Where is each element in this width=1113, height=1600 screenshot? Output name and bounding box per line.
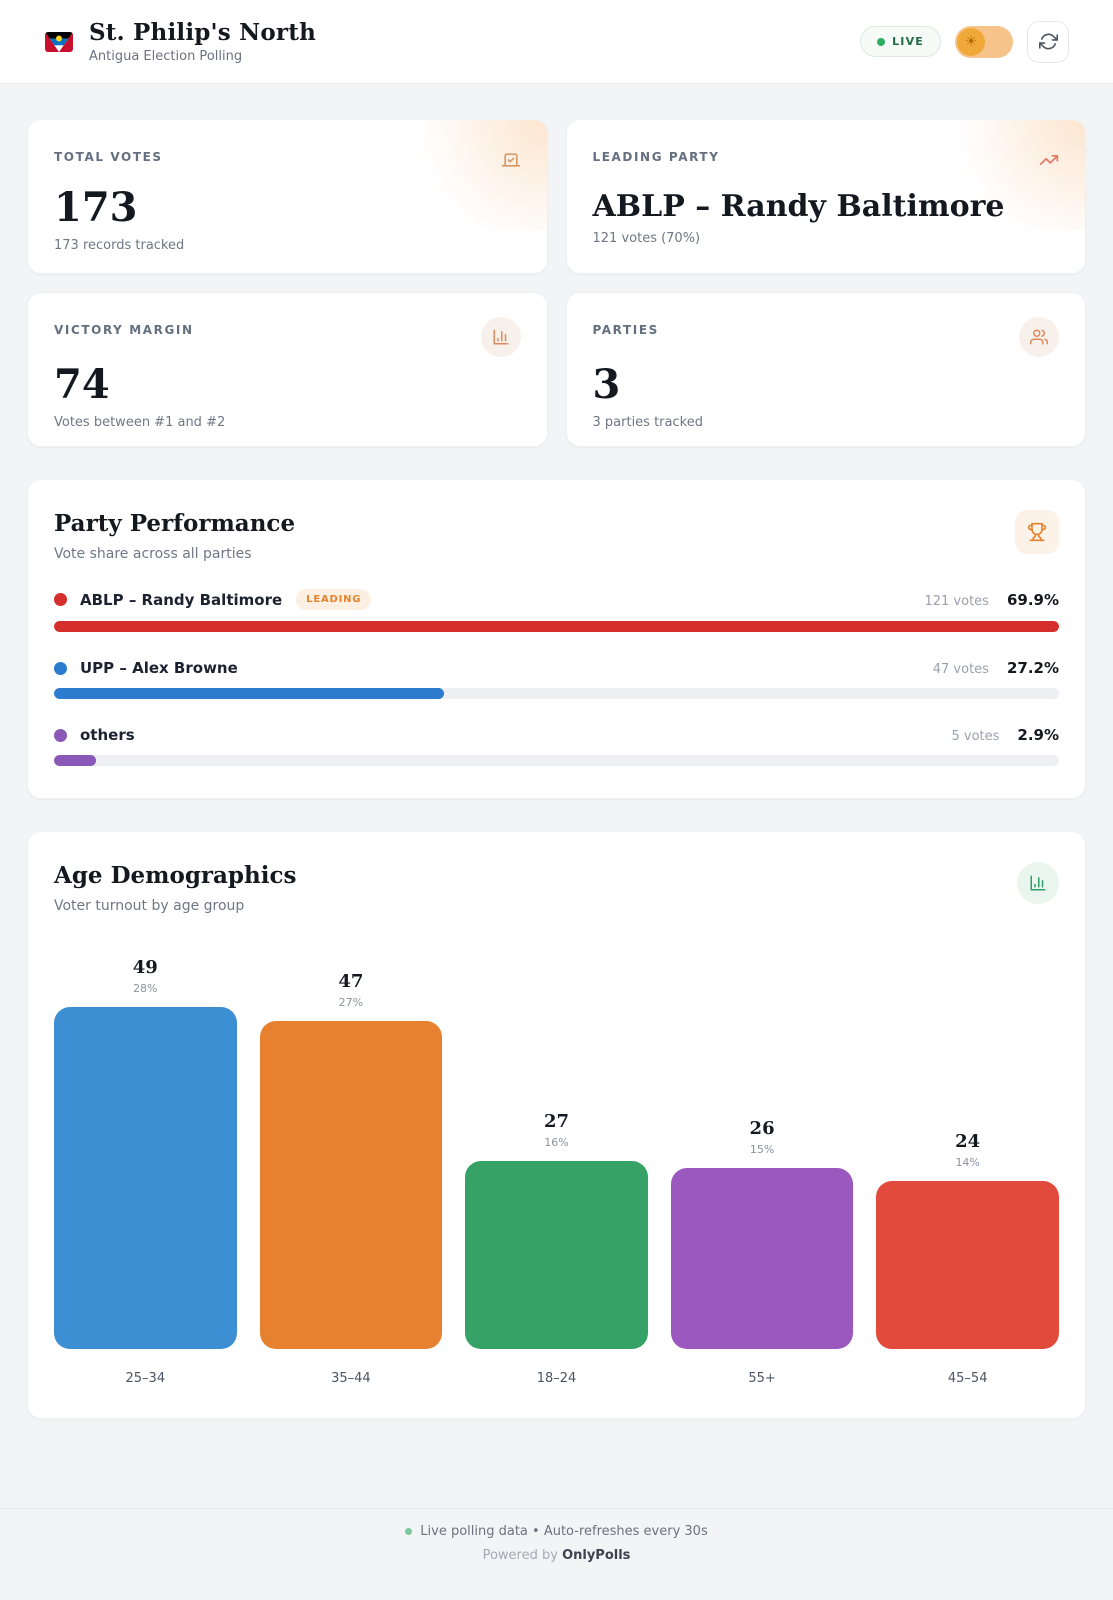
section-subtitle: Voter turnout by age group (54, 898, 245, 914)
party-performance-card: Party Performance Vote share across all … (27, 479, 1086, 799)
party-name: ABLP – Randy Baltimore (80, 590, 283, 609)
refresh-button[interactable] (1027, 20, 1069, 63)
section-title: Party Performance (54, 510, 296, 537)
live-status-badge: LIVE (860, 26, 941, 57)
brand-name: OnlyPolls (562, 1548, 631, 1563)
age-bar (54, 1007, 237, 1349)
party-bar-track (54, 688, 1059, 699)
party-bar-fill (54, 621, 1059, 632)
stat-subtitle: Votes between #1 and #2 (54, 415, 226, 430)
age-bar (259, 1021, 443, 1349)
antigua-flag-icon (45, 31, 73, 52)
live-label: LIVE (892, 35, 924, 48)
footer-status: Live polling data • Auto-refreshes every… (420, 1524, 708, 1539)
age-demographics-card: Age Demographics Voter turnout by age gr… (27, 831, 1086, 1419)
bar-value-label: 49 (132, 957, 158, 978)
chart-column-45-54: 24 14% 45–54 (876, 928, 1059, 1386)
sun-icon: ☀ (957, 27, 985, 56)
party-name: UPP – Alex Browne (80, 659, 238, 677)
stat-card-parties: PARTIES 3 3 parties tracked (565, 292, 1086, 447)
chart-column-35-44: 47 27% 35–44 (259, 928, 443, 1386)
stat-value: 3 (592, 361, 621, 408)
stats-grid: TOTAL VOTES 173 173 records tracked LEAD… (27, 119, 1086, 447)
trending-up-icon (1039, 150, 1059, 170)
age-bar (670, 1168, 854, 1349)
chart-column-25-34: 49 28% 25–34 (54, 928, 237, 1386)
chart-column-55plus: 26 15% 55+ (670, 928, 854, 1386)
bar-percent-label: 15% (749, 1143, 775, 1156)
live-dot-icon (405, 1528, 413, 1535)
bar-category-label: 35–44 (331, 1371, 371, 1386)
party-bar-fill (54, 688, 445, 699)
stat-value: ABLP – Randy Baltimore (592, 189, 1005, 224)
stat-value: 173 (54, 184, 138, 231)
bar-value-label: 24 (955, 1131, 981, 1152)
stat-card-leading-party: LEADING PARTY ABLP – Randy Baltimore 121… (565, 119, 1086, 274)
chart-column-18-24: 27 16% 18–24 (465, 928, 648, 1386)
bar-chart-icon (480, 317, 521, 357)
page-subtitle: Antigua Election Polling (89, 49, 243, 64)
party-votes: 121 votes (924, 593, 989, 609)
bar-value-label: 47 (338, 971, 364, 992)
bar-category-label: 18–24 (536, 1371, 577, 1386)
powered-by-label: Powered by (482, 1548, 558, 1563)
section-title: Age Demographics (54, 862, 297, 889)
stat-subtitle: 173 records tracked (54, 238, 185, 253)
bar-percent-label: 14% (955, 1156, 980, 1169)
bar-category-label: 45–54 (947, 1371, 988, 1386)
stat-label: TOTAL VOTES (54, 150, 163, 164)
bar-value-label: 27 (543, 1111, 570, 1132)
app-header: St. Philip's North Antigua Election Poll… (0, 0, 1113, 84)
leading-badge: LEADING (296, 589, 372, 610)
party-percent: 2.9% (1017, 726, 1059, 744)
party-votes: 47 votes (932, 662, 989, 677)
page-title: St. Philip's North (89, 19, 316, 46)
party-percent: 69.9% (1006, 590, 1059, 609)
bar-category-label: 25–34 (125, 1371, 166, 1386)
stat-label: VICTORY MARGIN (54, 323, 194, 337)
section-subtitle: Vote share across all parties (54, 546, 252, 562)
stat-label: LEADING PARTY (592, 150, 720, 164)
ballot-box-icon (501, 150, 521, 170)
party-bar-track (54, 755, 1059, 766)
party-dot-icon (54, 661, 67, 675)
age-bar (876, 1181, 1059, 1349)
theme-toggle[interactable]: ☀ (955, 25, 1013, 58)
party-name: others (80, 726, 135, 744)
live-dot-icon (877, 37, 886, 46)
age-bar (465, 1161, 648, 1349)
party-percent: 27.2% (1006, 659, 1059, 677)
stat-card-total-votes: TOTAL VOTES 173 173 records tracked (27, 119, 548, 274)
stat-label: PARTIES (592, 323, 659, 337)
party-votes: 5 votes (951, 729, 1000, 744)
party-row-upp: UPP – Alex Browne 47 votes 27.2% (54, 659, 1059, 699)
stat-value: 74 (54, 361, 110, 408)
bar-category-label: 55+ (748, 1371, 776, 1386)
page-footer: Live polling data • Auto-refreshes every… (0, 1508, 1113, 1563)
stat-subtitle: 121 votes (70%) (592, 231, 701, 246)
bar-chart-icon (1017, 862, 1059, 904)
party-dot-icon (54, 593, 67, 606)
bar-percent-label: 27% (338, 996, 364, 1009)
stat-subtitle: 3 parties tracked (592, 415, 703, 430)
party-row-ablp: ABLP – Randy Baltimore LEADING 121 votes… (54, 589, 1059, 632)
bar-percent-label: 28% (133, 982, 158, 995)
party-bar-track (54, 621, 1059, 632)
trophy-icon (1015, 510, 1059, 554)
age-bar-chart: 49 28% 25–34 47 27% 35–44 27 16% 18–24 2… (54, 928, 1059, 1386)
bar-value-label: 26 (749, 1118, 775, 1139)
party-dot-icon (54, 728, 67, 742)
refresh-icon (1038, 33, 1058, 50)
party-row-others: others 5 votes 2.9% (54, 726, 1059, 766)
bar-percent-label: 16% (544, 1136, 569, 1149)
users-icon (1019, 317, 1059, 357)
party-bar-fill (54, 755, 96, 766)
stat-card-victory-margin: VICTORY MARGIN 74 Votes between #1 and #… (27, 292, 548, 447)
